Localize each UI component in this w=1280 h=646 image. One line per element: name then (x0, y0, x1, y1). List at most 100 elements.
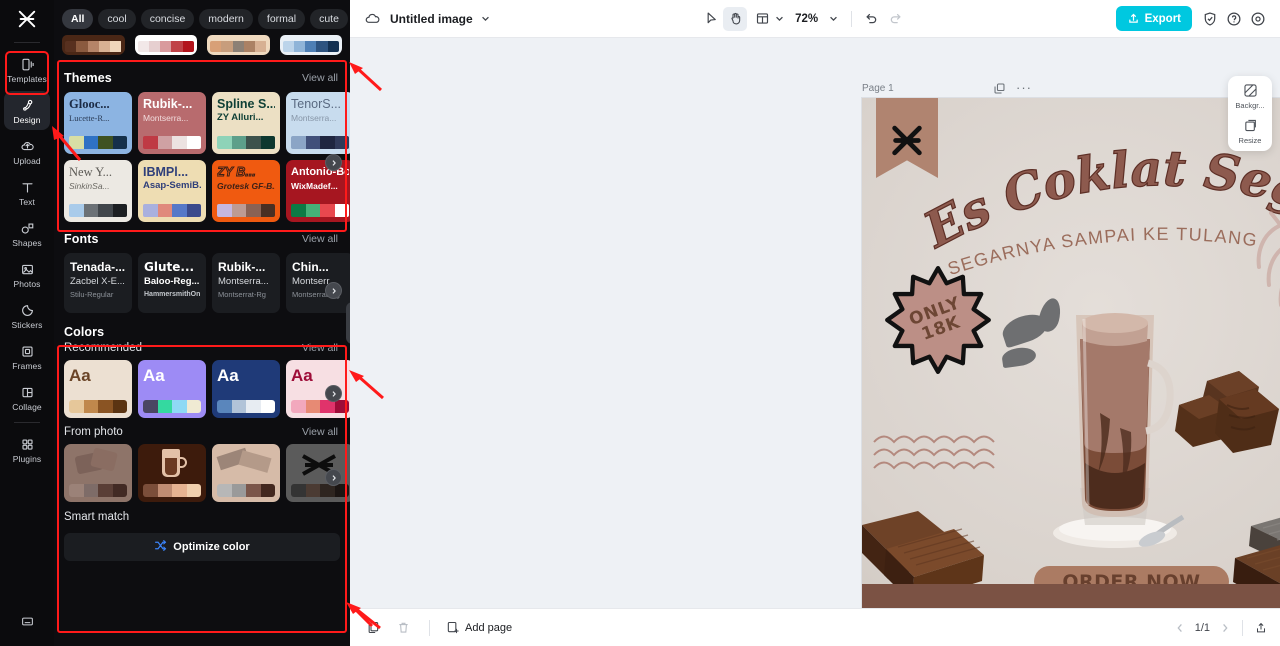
photo-palette-card[interactable] (138, 444, 206, 502)
collapse-left-icon[interactable] (346, 302, 350, 344)
sidebar-item-plugins[interactable]: Plugins (4, 430, 50, 469)
zoom-caret-icon[interactable] (828, 13, 839, 24)
theme-swatches (217, 204, 275, 217)
chip-cute[interactable]: cute (310, 8, 348, 29)
zoom-level[interactable]: 72% (795, 13, 818, 25)
font-name-1: Rubik-... (218, 260, 266, 274)
sidebar-item-frames[interactable]: Frames (4, 337, 50, 376)
shield-check-icon[interactable] (1198, 7, 1222, 31)
color-palette-card[interactable]: Aa (138, 360, 206, 418)
price-badge[interactable]: ONLY 18K (884, 266, 992, 375)
photo-palette-card[interactable] (212, 444, 280, 502)
font-card[interactable]: Tenada-... Zacbel X-E... Stilu-Regular (64, 253, 132, 313)
photo-thumb (212, 444, 280, 484)
layout-caret-icon[interactable] (774, 13, 785, 24)
chevron-right-icon[interactable] (325, 154, 342, 171)
background-tool-button[interactable]: Backgr... (1230, 82, 1270, 110)
theme-card[interactable]: New Y... SinkinSa... (64, 160, 132, 222)
palette-card[interactable] (134, 35, 197, 55)
chip-all[interactable]: All (62, 8, 94, 29)
from-photo-view-all[interactable]: View all (302, 426, 338, 438)
optimize-color-button[interactable]: Optimize color (64, 533, 340, 561)
font-card[interactable]: Glute... Baloo-Reg... HammersmithOn... (138, 253, 206, 313)
palette-swatches (282, 41, 340, 52)
keyboard-shortcuts-icon[interactable] (20, 614, 35, 634)
main-area: Untitled image 72% Export Page 1 ··· s C… (350, 0, 1280, 646)
document-title[interactable]: Untitled image (390, 12, 473, 26)
photo-swatches (217, 484, 275, 497)
theme-card[interactable]: IBMPl... Asap-SemiB... (138, 160, 206, 222)
trash-icon[interactable] (392, 617, 414, 639)
color-palette-card[interactable]: Aa (212, 360, 280, 418)
theme-card[interactable]: Rubik-... Montserra... (138, 92, 206, 154)
settings-gear-icon[interactable] (1246, 7, 1270, 31)
sidebar-item-collage[interactable]: Collage (4, 378, 50, 417)
sidebar-item-stickers[interactable]: Stickers (4, 296, 50, 335)
color-preview-text: Aa (69, 366, 91, 385)
palette-card[interactable] (207, 35, 270, 55)
chip-modern[interactable]: modern (199, 8, 253, 29)
photo-swatches (143, 484, 201, 497)
theme-card[interactable]: TenorS... Montserra... (286, 92, 350, 154)
app-root: Templates Design Upload Text Shapes Phot… (0, 0, 1280, 646)
font-name-2: Zacbel X-E... (70, 276, 125, 287)
chevron-left-icon[interactable] (1174, 622, 1186, 634)
palette-card[interactable] (62, 35, 125, 55)
chevron-right-icon[interactable] (325, 282, 342, 299)
font-name-2: Montserra... (218, 276, 269, 287)
sidebar-item-templates[interactable]: Templates (4, 50, 50, 89)
theme-font-secondary: Lucette-R... (69, 113, 110, 123)
fonts-view-all[interactable]: View all (302, 233, 338, 245)
export-button[interactable]: Export (1115, 6, 1193, 31)
sidebar-item-design[interactable]: Design (4, 91, 50, 130)
layout-panels-icon[interactable] (750, 7, 774, 31)
chevron-right-icon[interactable] (325, 385, 342, 402)
undo-icon[interactable] (859, 7, 883, 31)
sidebar-item-text[interactable]: Text (4, 173, 50, 212)
fonts-grid: Tenada-... Zacbel X-E... Stilu-Regular G… (54, 253, 350, 313)
theme-font-primary: Glooc... (69, 98, 110, 111)
theme-card[interactable]: Glooc... Lucette-R... (64, 92, 132, 154)
chevron-right-icon[interactable] (1219, 622, 1231, 634)
more-dots-icon[interactable]: ··· (1016, 81, 1032, 95)
chip-formal[interactable]: formal (257, 8, 306, 29)
duplicate-icon[interactable] (362, 617, 384, 639)
export-page-icon[interactable] (1254, 621, 1268, 635)
theme-font-secondary: Asap-SemiB... (143, 180, 201, 191)
chip-concise[interactable]: concise (140, 8, 195, 29)
photo-swatches (291, 484, 349, 497)
hand-pan-icon[interactable] (723, 6, 748, 31)
palette-card[interactable] (279, 35, 342, 55)
sidebar-item-upload[interactable]: Upload (4, 132, 50, 171)
theme-card[interactable]: ZY B... Grotesk GF-B... (212, 160, 280, 222)
resize-tool-button[interactable]: Resize (1230, 117, 1270, 145)
sidebar-item-shapes[interactable]: Shapes (4, 214, 50, 253)
recommended-view-all[interactable]: View all (302, 342, 338, 354)
theme-card[interactable]: Spline S... ZY Alluri... (212, 92, 280, 154)
sidebar-item-label: Frames (12, 361, 42, 371)
poster-footer-band (862, 584, 1280, 608)
add-page-button[interactable]: Add page (445, 620, 512, 635)
duplicate-page-icon[interactable] (993, 82, 1006, 95)
colors-title: Colors (64, 325, 105, 339)
chevron-down-icon[interactable] (480, 13, 491, 24)
chocolate-cubes-image[interactable] (1167, 353, 1280, 468)
chevron-right-icon[interactable] (325, 469, 342, 486)
font-card[interactable]: Chin... Montserr... Montserrat-Rg (286, 253, 350, 313)
help-question-icon[interactable] (1222, 7, 1246, 31)
theme-font-secondary: Montserra... (291, 113, 337, 123)
capcut-logo-icon[interactable] (0, 0, 54, 38)
theme-swatches (143, 136, 201, 149)
theme-card[interactable]: Antonio-Bol WixMadef... (286, 160, 350, 222)
select-cursor-icon[interactable] (699, 7, 723, 31)
font-card[interactable]: Rubik-... Montserra... Montserrat-Rg (212, 253, 280, 313)
photo-palette-card[interactable] (64, 444, 132, 502)
design-canvas[interactable]: Es Coklat Segar SEGARNYA SAMPAI KE TULAN… (862, 98, 1280, 608)
theme-font-primary: ZY B... (217, 166, 256, 179)
sidebar-item-photos[interactable]: Photos (4, 255, 50, 294)
chip-cool[interactable]: cool (98, 8, 136, 29)
color-swatches (217, 400, 275, 413)
canvas-viewport[interactable]: Page 1 ··· s Coklat Se SEGARNYA SAMPAI K… (350, 38, 1280, 608)
themes-view-all[interactable]: View all (302, 72, 338, 84)
color-palette-card[interactable]: Aa (64, 360, 132, 418)
